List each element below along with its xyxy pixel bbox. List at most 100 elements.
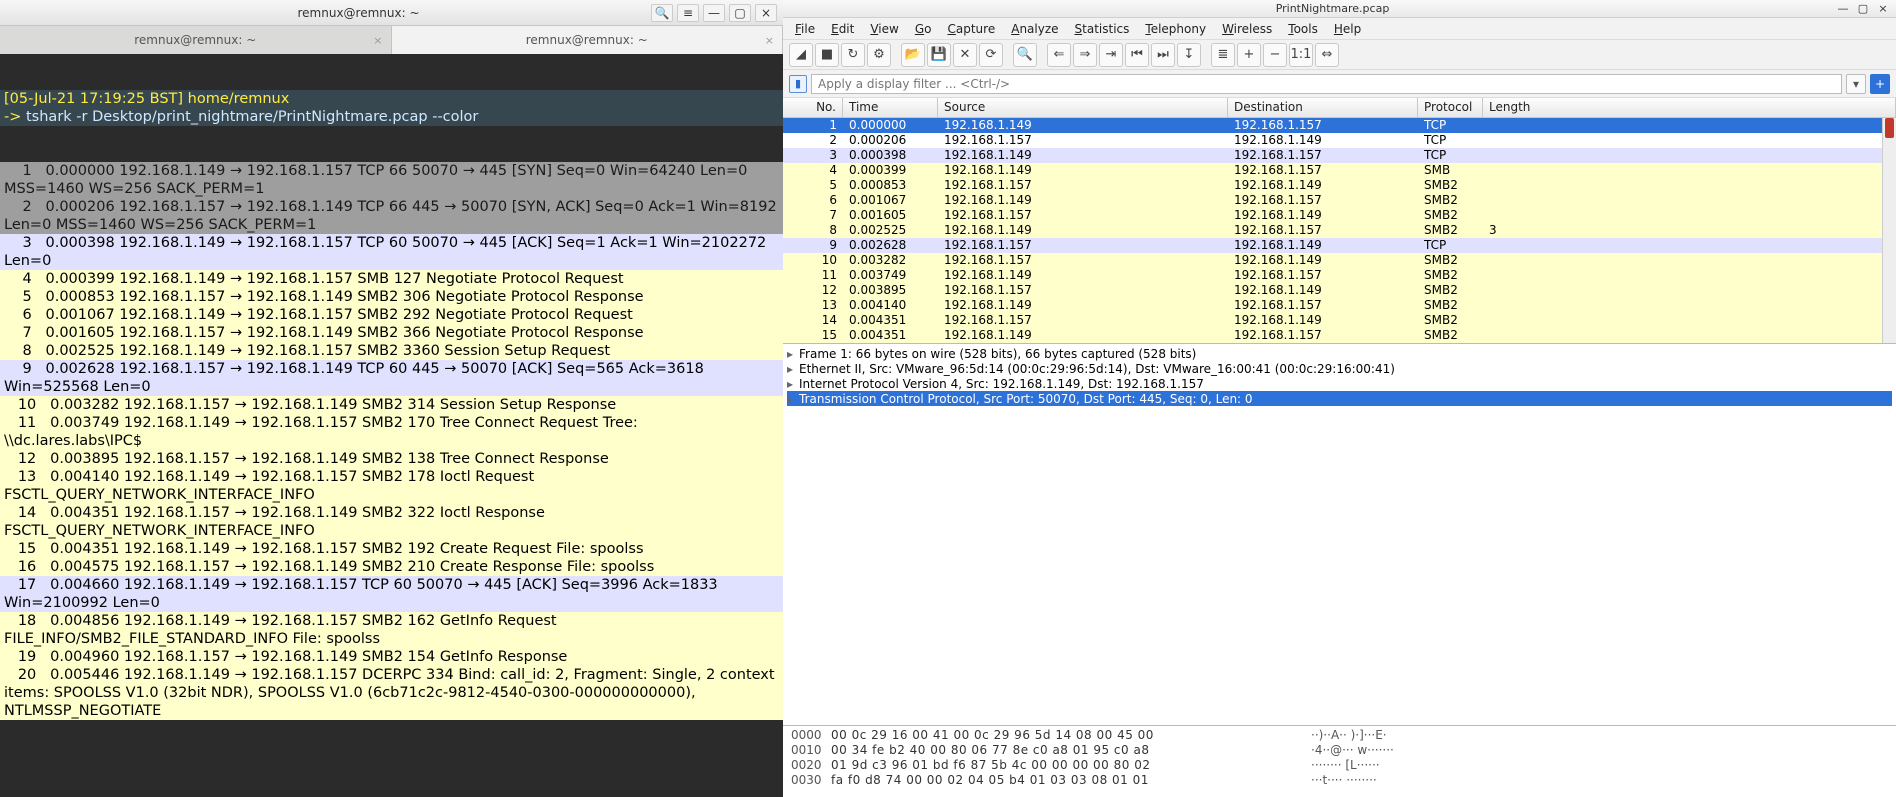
packet-list[interactable]: 10.000000192.168.1.149192.168.1.157TCP20… — [783, 118, 1896, 343]
tab-close-icon[interactable]: × — [373, 34, 382, 47]
detail-row[interactable]: ▸Transmission Control Protocol, Src Port… — [787, 391, 1892, 406]
expand-arrow-icon[interactable]: ▸ — [787, 362, 799, 376]
minimize-icon[interactable]: — — [1836, 2, 1850, 15]
display-filter-input[interactable] — [811, 74, 1842, 94]
find-icon[interactable]: 🔍 — [1013, 43, 1037, 67]
last-icon[interactable]: ⏭ — [1151, 43, 1175, 67]
reload-icon[interactable]: ⟳ — [979, 43, 1003, 67]
minimize-icon[interactable]: — — [703, 4, 725, 22]
terminal-body[interactable]: [05-Jul-21 17:19:25 BST] home/remnux -> … — [0, 54, 783, 797]
menu-file[interactable]: File — [789, 20, 821, 38]
packet-row[interactable]: 80.002525192.168.1.149192.168.1.157SMB23 — [783, 223, 1896, 238]
menu-icon[interactable]: ≡ — [677, 4, 699, 22]
close-icon[interactable]: × — [755, 4, 777, 22]
packet-row[interactable]: 100.003282192.168.1.157192.168.1.149SMB2 — [783, 253, 1896, 268]
detail-row[interactable]: ▸Internet Protocol Version 4, Src: 192.1… — [787, 376, 1892, 391]
terminal-window: remnux@remnux: ~ 🔍 ≡ — ▢ × remnux@remnux… — [0, 0, 783, 797]
column-header-dest[interactable]: Destination — [1228, 98, 1418, 117]
packet-scrollbar[interactable] — [1882, 118, 1896, 343]
packet-row[interactable]: 110.003749192.168.1.149192.168.1.157SMB2 — [783, 268, 1896, 283]
filter-add-button[interactable]: + — [1870, 74, 1890, 94]
expand-arrow-icon[interactable]: ▸ — [787, 392, 799, 406]
detail-row[interactable]: ▸Frame 1: 66 bytes on wire (528 bits), 6… — [787, 346, 1892, 361]
menu-statistics[interactable]: Statistics — [1069, 20, 1136, 38]
cell-source: 192.168.1.149 — [938, 193, 1228, 208]
zoom-out-icon[interactable]: − — [1263, 43, 1287, 67]
hex-offset: 0000 — [791, 728, 831, 743]
packet-row[interactable]: 60.001067192.168.1.149192.168.1.157SMB2 — [783, 193, 1896, 208]
close-icon[interactable]: × — [1876, 2, 1890, 15]
expand-arrow-icon[interactable]: ▸ — [787, 377, 799, 391]
column-header-proto[interactable]: Protocol — [1418, 98, 1483, 117]
packet-row[interactable]: 90.002628192.168.1.157192.168.1.149TCP — [783, 238, 1896, 253]
packet-details[interactable]: ▸Frame 1: 66 bytes on wire (528 bits), 6… — [783, 343, 1896, 725]
maximize-icon[interactable]: ▢ — [1856, 2, 1870, 15]
menu-telephony[interactable]: Telephony — [1139, 20, 1212, 38]
packet-row[interactable]: 70.001605192.168.1.157192.168.1.149SMB2 — [783, 208, 1896, 223]
terminal-tab-label: remnux@remnux: ~ — [134, 33, 256, 47]
tab-close-icon[interactable]: × — [765, 34, 774, 47]
packet-row[interactable]: 120.003895192.168.1.157192.168.1.149SMB2 — [783, 283, 1896, 298]
cell-proto: SMB2 — [1418, 223, 1483, 238]
terminal-tab[interactable]: remnux@remnux: ~ × — [392, 26, 784, 54]
hex-row[interactable]: 0030fa f0 d8 74 00 00 02 04 05 b4 01 03 … — [791, 773, 1888, 788]
detail-text: Ethernet II, Src: VMware_96:5d:14 (00:0c… — [799, 362, 1395, 376]
restart-icon[interactable]: ↻ — [841, 43, 865, 67]
terminal-tab[interactable]: remnux@remnux: ~ × — [0, 26, 392, 54]
packet-bytes[interactable]: 000000 0c 29 16 00 41 00 0c 29 96 5d 14 … — [783, 725, 1896, 797]
column-header-length[interactable]: Length — [1483, 98, 1896, 117]
first-icon[interactable]: ⏮ — [1125, 43, 1149, 67]
menu-wireless[interactable]: Wireless — [1216, 20, 1278, 38]
packet-row[interactable]: 20.000206192.168.1.157192.168.1.149TCP — [783, 133, 1896, 148]
menu-edit[interactable]: Edit — [825, 20, 860, 38]
prev-icon[interactable]: ⇐ — [1047, 43, 1071, 67]
menu-go[interactable]: Go — [909, 20, 938, 38]
colorize-icon[interactable]: ≣ — [1211, 43, 1235, 67]
terminal-line: 10 0.003282 192.168.1.157 → 192.168.1.14… — [0, 396, 783, 414]
filter-expression-button[interactable]: ▾ — [1846, 74, 1866, 94]
menu-help[interactable]: Help — [1328, 20, 1367, 38]
cell-proto: SMB2 — [1418, 283, 1483, 298]
menu-capture[interactable]: Capture — [941, 20, 1001, 38]
scrollbar-thumb[interactable] — [1885, 118, 1894, 138]
expand-arrow-icon[interactable]: ▸ — [787, 347, 799, 361]
hex-row[interactable]: 002001 9d c3 96 01 bd f6 87 5b 4c 00 00 … — [791, 758, 1888, 773]
terminal-line: 15 0.004351 192.168.1.149 → 192.168.1.15… — [0, 540, 783, 558]
menu-view[interactable]: View — [864, 20, 904, 38]
column-header-no[interactable]: No. — [783, 98, 843, 117]
options-icon[interactable]: ⚙ — [867, 43, 891, 67]
cell-proto: TCP — [1418, 148, 1483, 163]
packet-row[interactable]: 150.004351192.168.1.149192.168.1.157SMB2 — [783, 328, 1896, 343]
hex-row[interactable]: 000000 0c 29 16 00 41 00 0c 29 96 5d 14 … — [791, 728, 1888, 743]
shark-fin-icon[interactable]: ◢ — [789, 43, 813, 67]
cell-no: 10 — [783, 253, 843, 268]
cell-time: 0.000206 — [843, 133, 938, 148]
column-header-time[interactable]: Time — [843, 98, 938, 117]
hex-row[interactable]: 001000 34 fe b2 40 00 80 06 77 8e c0 a8 … — [791, 743, 1888, 758]
zoom-in-icon[interactable]: + — [1237, 43, 1261, 67]
bookmark-icon[interactable]: ▮ — [789, 75, 807, 93]
menu-tools[interactable]: Tools — [1282, 20, 1324, 38]
cell-proto: SMB2 — [1418, 208, 1483, 223]
save-icon[interactable]: 💾 — [927, 43, 951, 67]
zoom-reset-icon[interactable]: 1:1 — [1289, 43, 1313, 67]
autoscroll-icon[interactable]: ↧ — [1177, 43, 1201, 67]
packet-row[interactable]: 130.004140192.168.1.149192.168.1.157SMB2 — [783, 298, 1896, 313]
jump-icon[interactable]: ⇥ — [1099, 43, 1123, 67]
resize-cols-icon[interactable]: ⇔ — [1315, 43, 1339, 67]
packet-row[interactable]: 140.004351192.168.1.157192.168.1.149SMB2 — [783, 313, 1896, 328]
maximize-icon[interactable]: ▢ — [729, 4, 751, 22]
next-icon[interactable]: ⇒ — [1073, 43, 1097, 67]
column-header-source[interactable]: Source — [938, 98, 1228, 117]
detail-row[interactable]: ▸Ethernet II, Src: VMware_96:5d:14 (00:0… — [787, 361, 1892, 376]
search-icon[interactable]: 🔍 — [651, 4, 673, 22]
packet-row[interactable]: 50.000853192.168.1.157192.168.1.149SMB2 — [783, 178, 1896, 193]
close-file-icon[interactable]: ✕ — [953, 43, 977, 67]
cell-dest: 192.168.1.157 — [1228, 118, 1418, 133]
menu-analyze[interactable]: Analyze — [1005, 20, 1064, 38]
packet-row[interactable]: 10.000000192.168.1.149192.168.1.157TCP — [783, 118, 1896, 133]
packet-row[interactable]: 30.000398192.168.1.149192.168.1.157TCP — [783, 148, 1896, 163]
stop-icon[interactable]: ■ — [815, 43, 839, 67]
open-icon[interactable]: 📂 — [901, 43, 925, 67]
packet-row[interactable]: 40.000399192.168.1.149192.168.1.157SMB — [783, 163, 1896, 178]
